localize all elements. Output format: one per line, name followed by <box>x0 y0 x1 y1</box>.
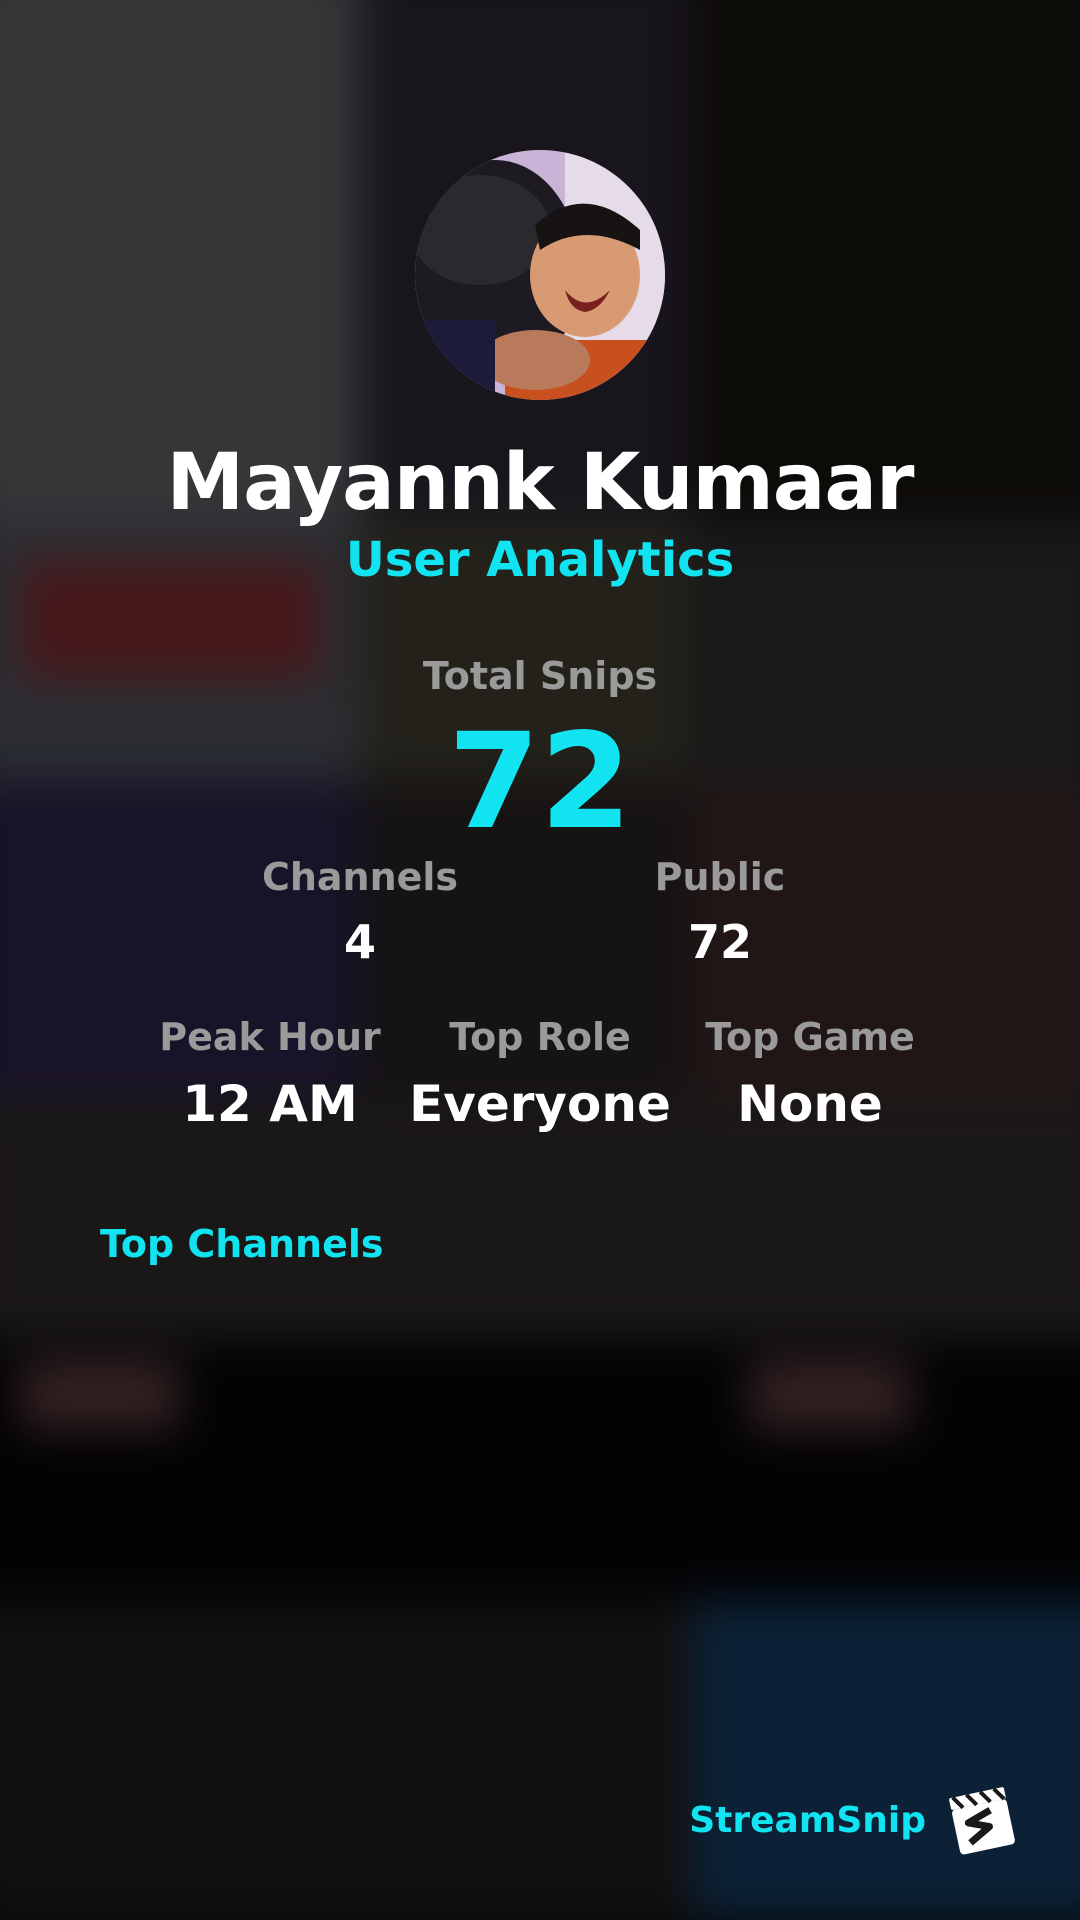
top-channels-title: Top Channels <box>100 1222 384 1266</box>
channels-label: Channels <box>261 855 459 899</box>
total-snips-label: Total Snips <box>422 654 658 698</box>
top-game-label: Top Game <box>705 1015 915 1059</box>
top-role-label: Top Role <box>449 1015 631 1059</box>
analytics-card: Mayannk Kumaar User Analytics Total Snip… <box>0 0 1080 1920</box>
avatar-photo <box>415 150 665 400</box>
brand-footer: StreamSnip <box>689 1782 1020 1858</box>
peak-hour-value: 12 AM <box>182 1075 358 1133</box>
total-snips-value: 72 <box>448 705 632 859</box>
page-subtitle: User Analytics <box>345 532 735 588</box>
top-game-value: None <box>737 1075 883 1133</box>
top-role-value: Everyone <box>409 1075 671 1133</box>
clapperboard-icon <box>949 1787 1015 1855</box>
avatar <box>415 150 665 400</box>
peak-hour-label: Peak Hour <box>159 1015 381 1059</box>
public-label: Public <box>654 855 786 899</box>
brand-name: StreamSnip <box>689 1799 926 1841</box>
user-name: Mayannk Kumaar <box>166 438 914 528</box>
channels-value: 4 <box>343 915 376 969</box>
public-value: 72 <box>687 915 752 969</box>
